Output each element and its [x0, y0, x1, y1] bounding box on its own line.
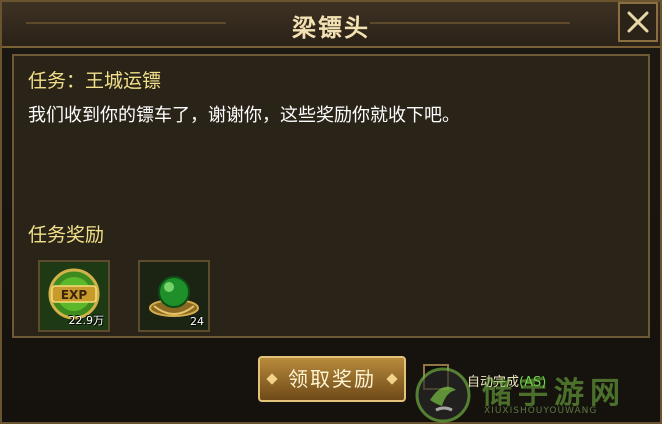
close-x-icon [627, 11, 649, 33]
title-bar: 梁镖头 [2, 2, 660, 48]
reward-slot-orb[interactable]: 24 [138, 260, 210, 332]
quest-reward-dialog: 梁镖头 任务：王城运镖 我们收到你的镖车了，谢谢你，这些奖励你就收下吧。 任务奖… [0, 0, 662, 424]
quest-description: 我们收到你的镖车了，谢谢你，这些奖励你就收下吧。 [28, 105, 460, 126]
content-panel: 任务：王城运镖 我们收到你的镖车了，谢谢你，这些奖励你就收下吧。 任务奖励 EX… [12, 54, 650, 338]
claim-reward-button[interactable]: 领取奖励 [258, 356, 406, 402]
reward-count: 22.9万 [68, 314, 105, 327]
reward-count: 24 [190, 315, 204, 328]
button-ornament-right [386, 373, 398, 385]
reward-slot-exp[interactable]: EXP 22.9万 [38, 260, 110, 332]
svg-text:EXP: EXP [61, 288, 87, 302]
claim-reward-label: 领取奖励 [288, 367, 376, 391]
close-button[interactable] [618, 2, 658, 42]
quest-title: 任务：王城运镖 [28, 70, 162, 92]
watermark-logo-icon [415, 367, 471, 423]
watermark-subtext: XIUXISHOUYOUWANG [484, 406, 598, 416]
dialog-title: 梁镖头 [292, 14, 370, 42]
reward-section-title: 任务奖励 [28, 224, 105, 246]
button-ornament-left [266, 373, 278, 385]
